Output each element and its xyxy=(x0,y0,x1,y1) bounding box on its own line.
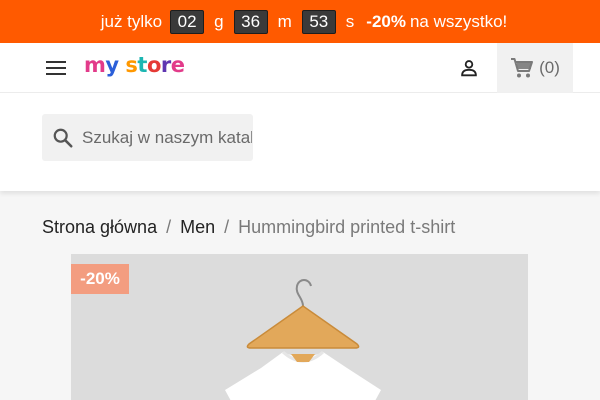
breadcrumb-separator: / xyxy=(166,217,172,237)
tshirt-on-hanger-image xyxy=(225,279,381,400)
search-section xyxy=(0,93,600,191)
cart-icon xyxy=(511,58,534,78)
promo-prefix: już tylko xyxy=(100,11,163,31)
countdown-days-unit: g xyxy=(214,11,224,31)
promo-banner: już tylko 02 g 36 m 53 s -20% na wszystk… xyxy=(0,0,600,43)
countdown-seconds: 53 xyxy=(301,9,336,34)
countdown-days: 02 xyxy=(170,9,205,34)
search-box[interactable] xyxy=(42,114,253,161)
breadcrumb-current: Hummingbird printed t-shirt xyxy=(238,217,456,237)
hamburger-menu-icon[interactable] xyxy=(44,57,68,79)
breadcrumb-men[interactable]: Men xyxy=(180,217,215,238)
breadcrumb-home[interactable]: Strona główna xyxy=(42,217,157,238)
breadcrumb: Strona główna / Men / Hummingbird printe… xyxy=(42,217,455,238)
search-input[interactable] xyxy=(82,127,252,148)
promo-suffix: na wszystko! xyxy=(409,11,508,31)
promo-discount: -20% xyxy=(366,11,406,31)
cart-count: (0) xyxy=(539,58,560,77)
product-image[interactable]: -20% xyxy=(71,254,528,400)
site-header: my store (0) xyxy=(0,43,600,93)
cart-button[interactable]: (0) xyxy=(497,43,573,93)
user-icon[interactable] xyxy=(458,57,480,79)
countdown-minutes-unit: m xyxy=(277,11,292,31)
countdown-seconds-unit: s xyxy=(345,11,355,31)
store-logo[interactable]: my store xyxy=(84,53,185,77)
discount-badge: -20% xyxy=(71,264,129,294)
search-icon xyxy=(53,128,73,148)
breadcrumb-separator: / xyxy=(224,217,230,237)
countdown-minutes: 36 xyxy=(233,9,268,34)
